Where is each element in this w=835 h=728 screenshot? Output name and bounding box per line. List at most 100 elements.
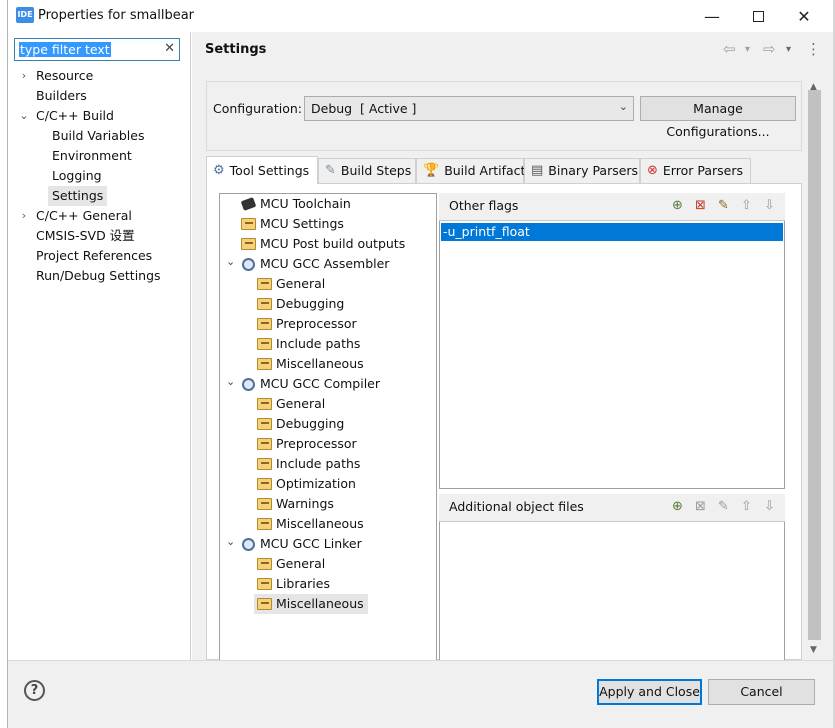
tree-item-linker-general[interactable]: General bbox=[256, 554, 325, 574]
tree-item-compiler-include-paths[interactable]: Include paths bbox=[256, 454, 360, 474]
configuration-select[interactable]: Debug [ Active ] ⌄ bbox=[304, 96, 634, 121]
nav-item-resource[interactable]: › Resource bbox=[18, 66, 94, 86]
tab-label: Tool Settings bbox=[229, 162, 310, 178]
nav-item-builders[interactable]: Builders bbox=[36, 86, 87, 106]
back-arrow-icon[interactable]: ⇦ bbox=[723, 40, 736, 58]
chevron-down-icon[interactable]: ⌄ bbox=[226, 535, 235, 548]
tree-item-mcu-toolchain[interactable]: MCU Toolchain bbox=[240, 194, 351, 214]
folder-icon bbox=[256, 337, 272, 351]
folder-icon bbox=[256, 497, 272, 511]
add-icon[interactable]: ⊕ bbox=[672, 198, 683, 213]
tree-item-compiler-debugging[interactable]: Debugging bbox=[256, 414, 344, 434]
tree-item-mcu-gcc-assembler[interactable]: MCU GCC Assembler bbox=[240, 254, 389, 274]
tree-item-mcu-settings[interactable]: MCU Settings bbox=[240, 214, 344, 234]
tree-item-mcu-gcc-linker[interactable]: MCU GCC Linker bbox=[240, 534, 362, 554]
folder-icon bbox=[240, 217, 256, 231]
scroll-down-icon[interactable]: ▼ bbox=[810, 645, 817, 655]
tool-settings-icon: ⚙ bbox=[213, 162, 225, 178]
tree-item-compiler-warnings[interactable]: Warnings bbox=[256, 494, 334, 514]
apply-and-close-button[interactable]: Apply and Close bbox=[597, 679, 702, 705]
tree-item-mcu-gcc-compiler[interactable]: MCU GCC Compiler bbox=[240, 374, 380, 394]
close-icon[interactable]: ✕ bbox=[781, 0, 827, 32]
tab-error-parsers[interactable]: ⊗ Error Parsers bbox=[640, 158, 751, 183]
tree-item-linker-libraries[interactable]: Libraries bbox=[256, 574, 330, 594]
chevron-down-icon[interactable]: ⌄ bbox=[226, 375, 235, 388]
folder-icon bbox=[256, 457, 272, 471]
nav-item-run-debug-settings[interactable]: Run/Debug Settings bbox=[36, 266, 161, 286]
manage-configurations-button[interactable]: Manage Configurations... bbox=[640, 96, 796, 139]
trophy-icon: 🏆 bbox=[423, 163, 440, 178]
tree-item-assembler-debugging[interactable]: Debugging bbox=[256, 294, 344, 314]
folder-icon bbox=[240, 237, 256, 251]
nav-item-cmsis-svd[interactable]: CMSIS-SVD 设置 bbox=[36, 226, 135, 246]
tree-item-mcu-post-build-outputs[interactable]: MCU Post build outputs bbox=[240, 234, 405, 254]
edit-icon[interactable]: ✎ bbox=[718, 499, 729, 514]
tab-build-artifact[interactable]: 🏆 Build Artifact bbox=[416, 158, 526, 183]
nav-item-label: Resource bbox=[36, 68, 94, 83]
tree-item-compiler-optimization[interactable]: Optimization bbox=[256, 474, 356, 494]
tab-build-steps[interactable]: ✎ Build Steps bbox=[318, 158, 416, 183]
cancel-button[interactable]: Cancel bbox=[708, 679, 815, 705]
add-icon[interactable]: ⊕ bbox=[672, 499, 683, 514]
tree-item-compiler-general[interactable]: General bbox=[256, 394, 325, 414]
nav-item-settings[interactable]: Settings bbox=[48, 186, 108, 206]
folder-icon bbox=[256, 317, 272, 331]
gear-icon bbox=[240, 257, 256, 271]
chip-icon bbox=[240, 197, 256, 211]
chevron-down-icon[interactable]: ⌄ bbox=[226, 255, 235, 268]
folder-icon bbox=[256, 557, 272, 571]
move-up-icon[interactable]: ⇧ bbox=[741, 198, 752, 213]
delete-icon[interactable]: ⊠ bbox=[695, 198, 706, 213]
back-dropdown-icon[interactable]: ▾ bbox=[745, 44, 750, 55]
tree-item-label: Include paths bbox=[276, 336, 361, 351]
additional-object-files-title: Additional object files bbox=[449, 499, 584, 514]
tab-binary-parsers[interactable]: ▤ Binary Parsers bbox=[524, 158, 640, 183]
gear-icon bbox=[240, 537, 256, 551]
tree-item-assembler-include-paths[interactable]: Include paths bbox=[256, 334, 360, 354]
view-menu-icon[interactable]: ⋮ bbox=[806, 40, 821, 58]
forward-arrow-icon[interactable]: ⇨ bbox=[763, 40, 776, 58]
folder-icon bbox=[256, 597, 272, 611]
folder-icon bbox=[256, 297, 272, 311]
tab-tool-settings[interactable]: ⚙ Tool Settings bbox=[206, 156, 318, 184]
edit-icon[interactable]: ✎ bbox=[718, 198, 729, 213]
tree-item-assembler-miscellaneous[interactable]: Miscellaneous bbox=[256, 354, 364, 374]
maximize-icon[interactable] bbox=[735, 0, 781, 32]
chevron-right-icon[interactable]: › bbox=[18, 66, 30, 86]
tab-label: Build Artifact bbox=[444, 163, 526, 178]
move-down-icon[interactable]: ⇩ bbox=[764, 198, 775, 213]
nav-item-build-variables[interactable]: Build Variables bbox=[52, 126, 144, 146]
tree-item-label: Warnings bbox=[276, 496, 334, 511]
list-item[interactable]: -u_printf_float bbox=[441, 223, 783, 241]
scrollbar-thumb[interactable] bbox=[808, 90, 821, 640]
ide-app-icon: IDE bbox=[16, 7, 34, 23]
help-icon[interactable]: ? bbox=[24, 680, 45, 701]
minimize-icon[interactable]: — bbox=[689, 0, 735, 32]
chevron-right-icon[interactable]: › bbox=[18, 206, 30, 226]
folder-icon bbox=[256, 397, 272, 411]
clear-filter-icon[interactable]: ✕ bbox=[164, 41, 175, 56]
nav-item-project-references[interactable]: Project References bbox=[36, 246, 152, 266]
filter-input-text[interactable]: type filter text bbox=[19, 42, 111, 57]
filter-input[interactable]: type filter text ✕ bbox=[14, 38, 180, 61]
tree-item-label: General bbox=[276, 556, 326, 571]
move-up-icon[interactable]: ⇧ bbox=[741, 499, 752, 514]
tab-label: Error Parsers bbox=[662, 163, 743, 178]
chevron-down-icon[interactable]: ⌄ bbox=[18, 106, 30, 126]
delete-icon[interactable]: ⊠ bbox=[695, 499, 706, 514]
nav-item-cpp-build[interactable]: ⌄ C/C++ Build bbox=[18, 106, 114, 126]
nav-item-cpp-general[interactable]: › C/C++ General bbox=[18, 206, 132, 226]
move-down-icon[interactable]: ⇩ bbox=[764, 499, 775, 514]
tree-item-assembler-general[interactable]: General bbox=[256, 274, 325, 294]
tree-item-compiler-miscellaneous[interactable]: Miscellaneous bbox=[256, 514, 364, 534]
forward-dropdown-icon[interactable]: ▾ bbox=[786, 44, 791, 55]
tree-item-linker-miscellaneous[interactable]: Miscellaneous bbox=[254, 594, 368, 614]
chevron-down-icon[interactable]: ⌄ bbox=[619, 100, 628, 113]
error-icon: ⊗ bbox=[647, 163, 658, 178]
tree-item-label: MCU GCC Linker bbox=[260, 536, 362, 551]
nav-item-environment[interactable]: Environment bbox=[52, 146, 132, 166]
nav-item-label: C/C++ General bbox=[36, 208, 132, 223]
tree-item-assembler-preprocessor[interactable]: Preprocessor bbox=[256, 314, 357, 334]
nav-item-logging[interactable]: Logging bbox=[52, 166, 102, 186]
tree-item-compiler-preprocessor[interactable]: Preprocessor bbox=[256, 434, 357, 454]
